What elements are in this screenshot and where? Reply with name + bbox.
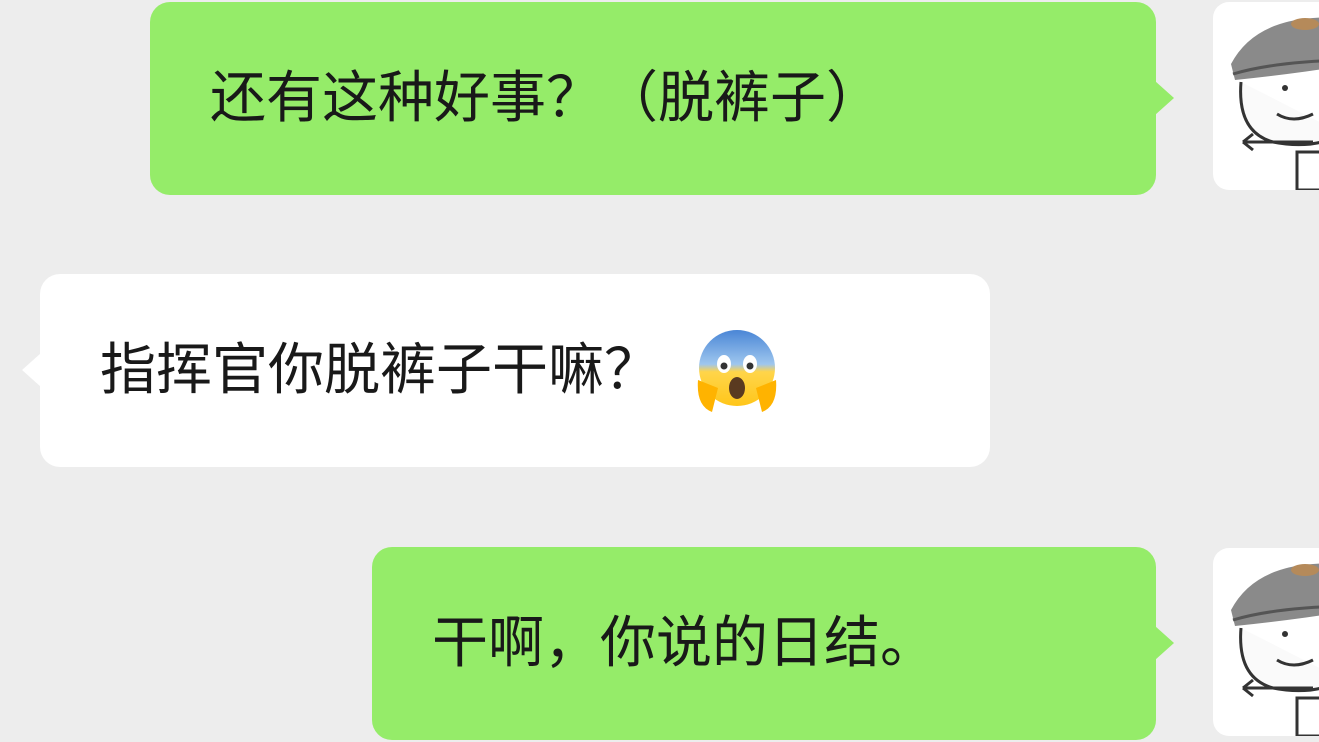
message-bubble-outgoing[interactable]: 还有这种好事？（脱裤子）: [150, 2, 1174, 195]
officer-avatar-icon: [1231, 563, 1319, 736]
face-screaming-in-fear-icon: [692, 326, 782, 416]
officer-avatar-icon: [1231, 17, 1319, 190]
message-text: 指挥官你脱裤子干嘛？: [100, 337, 660, 403]
message-bubble-outgoing[interactable]: 干啊，你说的日结。: [372, 547, 1174, 740]
avatar[interactable]: [1213, 548, 1319, 736]
message-text: 干啊，你说的日结。: [432, 610, 936, 676]
message-bubble-incoming[interactable]: 指挥官你脱裤子干嘛？: [22, 274, 990, 467]
message-text: 还有这种好事？（脱裤子）: [210, 65, 882, 131]
bubble-tail: [1155, 626, 1174, 660]
avatar[interactable]: [1213, 2, 1319, 190]
chat-area: 还有这种好事？（脱裤子） 指挥官你脱裤子干嘛？ 干啊，你说的日结。: [0, 0, 1319, 742]
bubble-tail: [22, 353, 41, 387]
bubble-tail: [1155, 81, 1174, 115]
